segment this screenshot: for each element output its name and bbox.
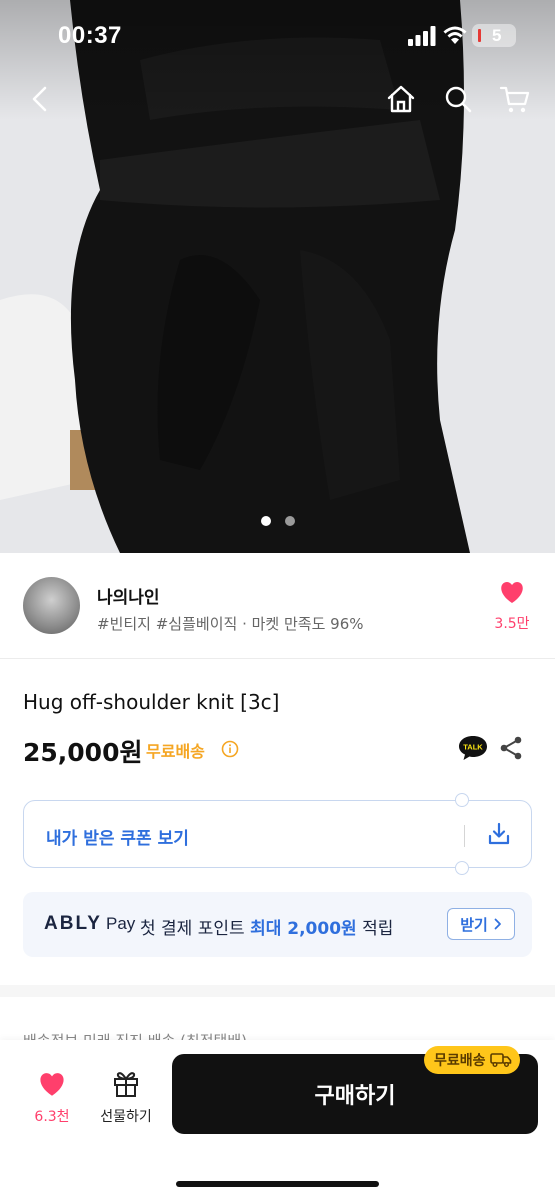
product-like-button[interactable]: 6.3천 — [27, 1072, 77, 1126]
ably-pay-promo: 첫 결제 포인트 최대 2,000원 적립 — [140, 914, 393, 939]
ably-promo-suffix: 적립 — [356, 919, 394, 939]
product-price: 25,000원 — [23, 738, 143, 767]
truck-icon — [489, 1053, 511, 1067]
share-icon[interactable] — [498, 735, 524, 761]
svg-text:TALK: TALK — [463, 743, 483, 752]
seller-name[interactable]: 나의나인 — [97, 583, 160, 608]
battery-percent: 5 — [492, 26, 502, 45]
heart-icon — [40, 1073, 64, 1096]
wifi-icon — [443, 26, 467, 44]
section-divider — [0, 985, 555, 997]
cart-icon[interactable] — [498, 82, 532, 116]
gift-button[interactable]: 선물하기 — [93, 1068, 159, 1126]
status-bar: 00:37 5 — [0, 0, 555, 70]
battery-level — [478, 29, 481, 42]
seller-tags: #빈티지 #심플베이직 · 마켓 만족도 96% — [97, 615, 364, 633]
product-like-count: 6.3천 — [34, 1109, 70, 1125]
cellular-signal-icon — [408, 26, 436, 46]
carousel-dot-active[interactable] — [260, 516, 271, 526]
ably-pay-banner[interactable]: ABLY Pay 첫 결제 포인트 최대 2,000원 적립 받기 — [23, 892, 532, 957]
ably-pay-label: Pay — [106, 914, 136, 933]
coupon-notch — [455, 861, 469, 875]
ably-logo: ABLY — [44, 913, 102, 934]
heart-icon — [501, 582, 523, 603]
battery-icon: 5 — [472, 24, 516, 47]
chevron-right-icon — [494, 918, 501, 930]
buy-button-label: 구매하기 — [314, 1084, 396, 1109]
home-icon[interactable] — [384, 82, 418, 116]
seller-like-count: 3.5만 — [494, 616, 530, 632]
free-shipping-label: 무료배송 — [146, 742, 205, 761]
status-time: 00:37 — [58, 22, 122, 49]
download-icon[interactable] — [486, 821, 512, 847]
free-shipping-badge: 무료배송 — [424, 1046, 520, 1074]
coupon-box[interactable]: 내가 받은 쿠폰 보기 — [23, 793, 532, 875]
kakaotalk-icon[interactable]: TALK — [457, 734, 489, 762]
gift-icon — [114, 1072, 138, 1097]
search-icon[interactable] — [441, 82, 475, 116]
back-icon[interactable] — [24, 82, 58, 116]
receive-button[interactable]: 받기 — [447, 908, 515, 940]
seller-like-button[interactable]: 3.5만 — [491, 581, 533, 633]
coupon-label: 내가 받은 쿠폰 보기 — [46, 829, 189, 849]
ably-promo-highlight: 최대 2,000원 — [250, 919, 357, 939]
ably-promo-prefix: 첫 결제 포인트 — [140, 919, 251, 939]
seller-row[interactable]: 나의나인 #빈티지 #심플베이직 · 마켓 만족도 96% 3.5만 — [0, 553, 555, 659]
coupon-notch — [455, 793, 469, 807]
carousel-dots — [0, 516, 555, 526]
product-title: Hug off-shoulder knit [3c] — [23, 690, 280, 714]
carousel-dot[interactable] — [284, 516, 295, 526]
free-shipping-badge-label: 무료배송 — [434, 1053, 486, 1069]
gift-label: 선물하기 — [100, 1109, 152, 1125]
coupon-divider — [464, 825, 465, 847]
receive-button-label: 받기 — [460, 915, 488, 934]
seller-avatar[interactable] — [23, 577, 80, 634]
home-indicator — [176, 1181, 379, 1187]
info-icon[interactable] — [221, 740, 239, 758]
